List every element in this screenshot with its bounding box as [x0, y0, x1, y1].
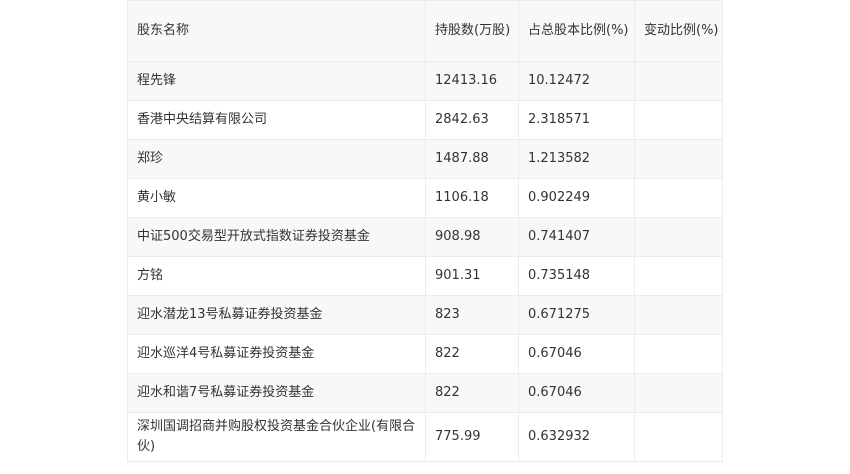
- cell-change: [634, 178, 723, 218]
- cell-change: [634, 61, 723, 101]
- cell-shares: 822: [425, 334, 519, 374]
- cell-name: 香港中央结算有限公司: [127, 100, 426, 140]
- cell-name: 方铭: [127, 256, 426, 296]
- cell-shares: 2842.63: [425, 100, 519, 140]
- cell-change: [634, 256, 723, 296]
- cell-ratio: 0.735148: [518, 256, 635, 296]
- table-row: 深圳国调招商并购股权投资基金合伙企业(有限合伙) 775.99 0.632932: [127, 412, 723, 462]
- shareholder-table-container: 股东名称 持股数(万股) 占总股本比例(%) 变动比例(%) 程先锋 12413…: [127, 0, 723, 462]
- cell-name: 深圳国调招商并购股权投资基金合伙企业(有限合伙): [127, 412, 426, 462]
- cell-shares: 775.99: [425, 412, 519, 462]
- cell-shares: 1487.88: [425, 139, 519, 179]
- cell-ratio: 0.632932: [518, 412, 635, 462]
- cell-ratio: 0.671275: [518, 295, 635, 335]
- cell-shares: 823: [425, 295, 519, 335]
- cell-name: 迎水和谐7号私募证券投资基金: [127, 373, 426, 413]
- cell-shares: 901.31: [425, 256, 519, 296]
- cell-name: 程先锋: [127, 61, 426, 101]
- cell-change: [634, 373, 723, 413]
- cell-shares: 908.98: [425, 217, 519, 257]
- header-ratio: 占总股本比例(%): [518, 0, 635, 62]
- table-row: 迎水巡洋4号私募证券投资基金 822 0.67046: [127, 334, 723, 374]
- cell-change: [634, 412, 723, 462]
- shareholder-table: 股东名称 持股数(万股) 占总股本比例(%) 变动比例(%) 程先锋 12413…: [127, 0, 723, 462]
- table-header-row: 股东名称 持股数(万股) 占总股本比例(%) 变动比例(%): [127, 0, 723, 62]
- cell-ratio: 10.12472: [518, 61, 635, 101]
- table-row: 中证500交易型开放式指数证券投资基金 908.98 0.741407: [127, 217, 723, 257]
- cell-shares: 1106.18: [425, 178, 519, 218]
- table-row: 郑珍 1487.88 1.213582: [127, 139, 723, 179]
- cell-change: [634, 217, 723, 257]
- table-row: 迎水潜龙13号私募证券投资基金 823 0.671275: [127, 295, 723, 335]
- cell-name: 迎水潜龙13号私募证券投资基金: [127, 295, 426, 335]
- cell-ratio: 2.318571: [518, 100, 635, 140]
- header-shares: 持股数(万股): [425, 0, 519, 62]
- cell-name: 迎水巡洋4号私募证券投资基金: [127, 334, 426, 374]
- cell-shares: 12413.16: [425, 61, 519, 101]
- cell-ratio: 0.741407: [518, 217, 635, 257]
- cell-ratio: 1.213582: [518, 139, 635, 179]
- table-row: 迎水和谐7号私募证券投资基金 822 0.67046: [127, 373, 723, 413]
- table-row: 方铭 901.31 0.735148: [127, 256, 723, 296]
- cell-change: [634, 295, 723, 335]
- cell-name: 黄小敏: [127, 178, 426, 218]
- cell-change: [634, 139, 723, 179]
- table-row: 黄小敏 1106.18 0.902249: [127, 178, 723, 218]
- cell-ratio: 0.67046: [518, 334, 635, 374]
- cell-change: [634, 100, 723, 140]
- table-row: 程先锋 12413.16 10.12472: [127, 61, 723, 101]
- cell-name: 郑珍: [127, 139, 426, 179]
- cell-ratio: 0.902249: [518, 178, 635, 218]
- cell-shares: 822: [425, 373, 519, 413]
- header-shareholder-name: 股东名称: [127, 0, 426, 62]
- cell-name: 中证500交易型开放式指数证券投资基金: [127, 217, 426, 257]
- cell-ratio: 0.67046: [518, 373, 635, 413]
- cell-change: [634, 334, 723, 374]
- table-row: 香港中央结算有限公司 2842.63 2.318571: [127, 100, 723, 140]
- header-change: 变动比例(%): [634, 0, 723, 62]
